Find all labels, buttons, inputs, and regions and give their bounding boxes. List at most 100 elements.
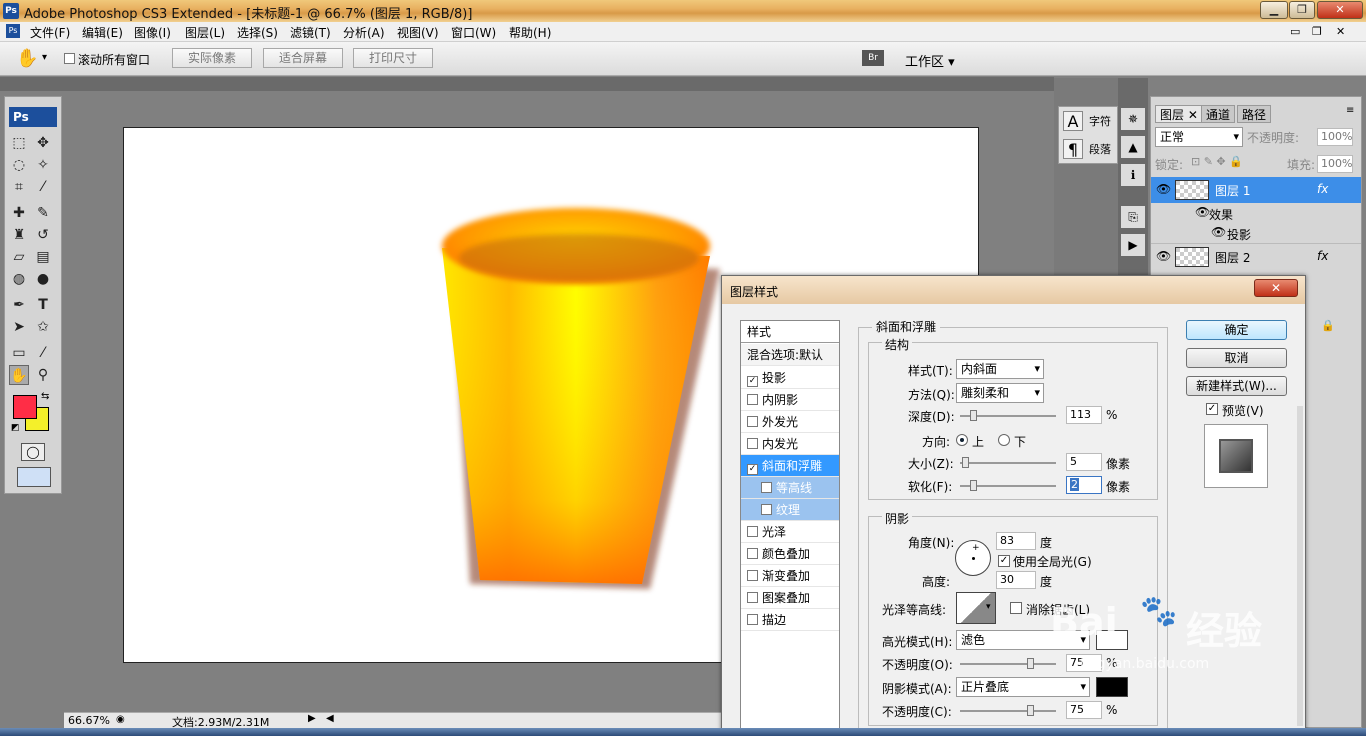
blending-options-item[interactable]: 混合选项:默认 bbox=[741, 344, 839, 366]
direction-down-radio[interactable] bbox=[998, 434, 1010, 446]
style-checkbox[interactable]: ✓ bbox=[747, 464, 758, 475]
zoom-tool-icon[interactable]: ⚲ bbox=[33, 365, 53, 385]
tab-layers[interactable]: 图层 ✕ bbox=[1155, 105, 1203, 123]
slice-tool-icon[interactable]: ⁄ bbox=[33, 177, 53, 197]
status-info-icon[interactable]: ◉ bbox=[116, 714, 125, 725]
default-colors-icon[interactable]: ◩ bbox=[11, 423, 20, 433]
layer-row[interactable]: 👁 图层 2 fx bbox=[1151, 243, 1361, 269]
shadow-opacity-slider[interactable] bbox=[960, 705, 1056, 716]
style-checkbox[interactable] bbox=[747, 438, 758, 449]
scroll-left-icon[interactable]: ◀ bbox=[326, 713, 334, 724]
angle-input[interactable]: 83 bbox=[996, 532, 1036, 550]
actual-pixels-button[interactable]: 实际像素 bbox=[172, 48, 252, 68]
menu-select[interactable]: 选择(S) bbox=[237, 24, 278, 41]
menu-edit[interactable]: 编辑(E) bbox=[82, 24, 123, 41]
blend-mode-select[interactable]: 正常 bbox=[1155, 127, 1243, 147]
menu-filter[interactable]: 滤镜(T) bbox=[290, 24, 331, 41]
shadow-opacity-input[interactable]: 75 bbox=[1066, 701, 1102, 719]
bevel-style-select[interactable]: 内斜面 bbox=[956, 359, 1044, 379]
blur-tool-icon[interactable]: ◍ bbox=[9, 269, 29, 289]
style-checkbox[interactable] bbox=[747, 614, 758, 625]
effects-eye-icon[interactable]: 👁 bbox=[1195, 205, 1210, 219]
histogram-icon[interactable]: ▲ bbox=[1121, 136, 1145, 158]
doc-close-icon[interactable]: ✕ bbox=[1336, 25, 1345, 38]
style-item[interactable]: 纹理 bbox=[741, 499, 839, 521]
menu-help[interactable]: 帮助(H) bbox=[509, 24, 551, 41]
paragraph-icon[interactable]: ¶ bbox=[1063, 139, 1083, 159]
tool-preset-chevron-icon[interactable]: ▾ bbox=[42, 52, 47, 63]
ok-button[interactable]: 确定 bbox=[1186, 320, 1287, 340]
info-icon[interactable]: ℹ bbox=[1121, 164, 1145, 186]
swap-colors-icon[interactable]: ⇆ bbox=[41, 391, 49, 402]
print-size-button[interactable]: 打印尺寸 bbox=[353, 48, 433, 68]
dialog-close-button[interactable]: ✕ bbox=[1254, 279, 1298, 297]
style-checkbox[interactable] bbox=[747, 570, 758, 581]
depth-input[interactable]: 113 bbox=[1066, 406, 1102, 424]
doc-minimize-icon[interactable]: ▭ bbox=[1290, 25, 1300, 38]
layer-effects-row[interactable]: 👁 效果 bbox=[1151, 203, 1361, 223]
soften-slider[interactable] bbox=[960, 480, 1056, 491]
shape-tool-icon[interactable]: ✩ bbox=[33, 317, 53, 337]
visibility-eye-icon[interactable]: 👁 bbox=[1156, 249, 1171, 263]
lasso-tool-icon[interactable]: ◌ bbox=[9, 155, 29, 175]
global-light-checkbox[interactable]: ✓ bbox=[998, 555, 1010, 567]
depth-slider[interactable] bbox=[960, 410, 1056, 421]
style-checkbox[interactable] bbox=[747, 416, 758, 427]
paragraph-label[interactable]: 段落 bbox=[1089, 141, 1111, 157]
quick-mask-icon[interactable]: ◯ bbox=[21, 443, 45, 461]
magic-wand-icon[interactable]: ✧ bbox=[33, 155, 53, 175]
style-checkbox[interactable] bbox=[747, 592, 758, 603]
status-menu-arrow-icon[interactable]: ▶ bbox=[308, 713, 316, 724]
style-item[interactable]: 光泽 bbox=[741, 521, 839, 543]
style-item[interactable]: 图案叠加 bbox=[741, 587, 839, 609]
history-icon[interactable]: ⎘ bbox=[1121, 206, 1145, 228]
preview-checkbox[interactable]: ✓ bbox=[1206, 403, 1218, 415]
hand-tool-icon[interactable]: ✋ bbox=[16, 48, 38, 69]
direction-up-radio[interactable] bbox=[956, 434, 968, 446]
bridge-icon[interactable]: Br bbox=[862, 50, 884, 66]
eraser-tool-icon[interactable]: ▱ bbox=[9, 247, 29, 267]
style-item[interactable]: 内阴影 bbox=[741, 389, 839, 411]
type-tool-icon[interactable]: T bbox=[33, 295, 53, 315]
scroll-all-checkbox[interactable] bbox=[64, 53, 75, 64]
style-checkbox[interactable] bbox=[747, 526, 758, 537]
history-brush-icon[interactable]: ↺ bbox=[33, 225, 53, 245]
menu-layer[interactable]: 图层(L) bbox=[185, 24, 225, 41]
minimize-button[interactable]: ▁ bbox=[1260, 1, 1288, 19]
style-item[interactable]: 内发光 bbox=[741, 433, 839, 455]
screen-mode-icon[interactable] bbox=[17, 467, 51, 487]
hand-tool-icon[interactable]: ✋ bbox=[9, 365, 29, 385]
menu-analysis[interactable]: 分析(A) bbox=[343, 24, 385, 41]
style-checkbox[interactable]: ✓ bbox=[747, 376, 758, 387]
style-checkbox[interactable] bbox=[761, 482, 772, 493]
style-checkbox[interactable] bbox=[747, 548, 758, 559]
close-window-button[interactable]: ✕ bbox=[1317, 1, 1363, 19]
styles-header[interactable]: 样式 bbox=[741, 321, 839, 343]
lock-icons[interactable]: ⊡ ✎ ✥ 🔒 bbox=[1191, 155, 1243, 168]
fx-icon[interactable]: fx bbox=[1317, 182, 1328, 196]
tab-channels[interactable]: 通道 bbox=[1201, 105, 1236, 123]
size-input[interactable]: 5 bbox=[1066, 453, 1102, 471]
maximize-button[interactable]: ❐ bbox=[1289, 1, 1315, 19]
layer-row[interactable]: 👁 图层 1 fx bbox=[1151, 177, 1361, 203]
style-item[interactable]: 颜色叠加 bbox=[741, 543, 839, 565]
fit-screen-button[interactable]: 适合屏幕 bbox=[263, 48, 343, 68]
style-item[interactable]: 外发光 bbox=[741, 411, 839, 433]
character-label[interactable]: 字符 bbox=[1089, 113, 1111, 129]
style-checkbox[interactable] bbox=[747, 394, 758, 405]
visibility-eye-icon[interactable]: 👁 bbox=[1156, 182, 1171, 196]
eyedropper-icon[interactable]: ⁄ bbox=[33, 343, 53, 363]
tab-paths[interactable]: 路径 bbox=[1237, 105, 1272, 123]
navigator-icon[interactable]: ✵ bbox=[1121, 108, 1145, 130]
foreground-color-swatch[interactable] bbox=[13, 395, 37, 419]
healing-brush-icon[interactable]: ✚ bbox=[9, 203, 29, 223]
style-item[interactable]: ✓ 斜面和浮雕 bbox=[741, 455, 839, 477]
cancel-button[interactable]: 取消 bbox=[1186, 348, 1287, 368]
dodge-tool-icon[interactable]: ● bbox=[33, 269, 53, 289]
fill-input[interactable]: 100% bbox=[1317, 155, 1353, 173]
altitude-input[interactable]: 30 bbox=[996, 571, 1036, 589]
workspace-menu[interactable]: 工作区 ▾ bbox=[905, 51, 955, 70]
style-item[interactable]: 等高线 bbox=[741, 477, 839, 499]
new-style-button[interactable]: 新建样式(W)... bbox=[1186, 376, 1287, 396]
pen-tool-icon[interactable]: ✒ bbox=[9, 295, 29, 315]
